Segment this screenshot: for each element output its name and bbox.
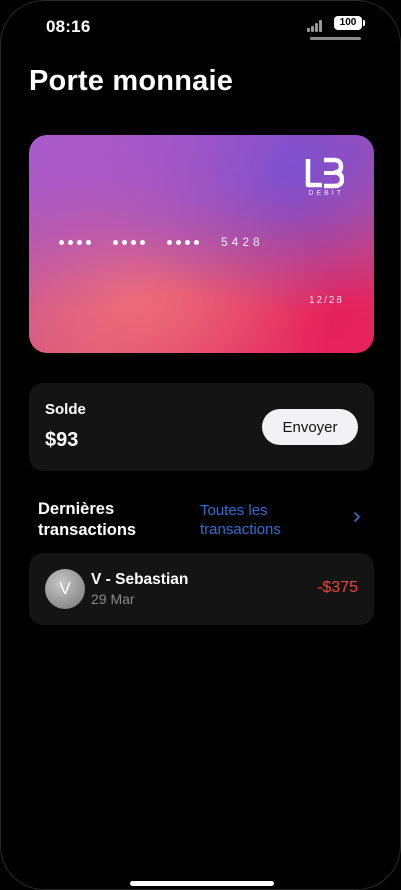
card-expiry: 12/28 [308,295,344,306]
masked-digits [167,239,199,245]
balance-panel: Solde $93 Envoyer [29,383,374,471]
status-time: 08:16 [46,17,91,36]
debit-card[interactable]: DEBIT 5428 12/28 [29,135,374,353]
balance-label: Solde [45,401,86,418]
card-type-label: DEBIT [308,190,344,197]
transaction-row[interactable]: V V - Sebastian 29 Mar -$375 [29,553,374,625]
phone-screen: 08:16 100 Porte monnaie DEBIT 5428 12/28… [0,0,401,890]
masked-digits [59,239,91,245]
status-bar: 08:16 100 [1,15,400,40]
see-all-transactions-link[interactable]: Toutes les transactions [200,501,350,539]
send-button[interactable]: Envoyer [262,409,358,445]
card-last-digits: 5428 [221,235,264,249]
transaction-amount: -$375 [317,579,358,596]
chevron-right-icon[interactable] [353,511,361,523]
cellular-signal-icon [307,20,327,32]
masked-digits [113,239,145,245]
card-number: 5428 [59,235,264,249]
lb-logo-icon [305,157,344,189]
balance-amount: $93 [45,429,79,451]
status-indicator-line [310,37,361,40]
page-title: Porte monnaie [29,65,234,97]
transaction-name: V - Sebastian [91,571,189,588]
home-indicator[interactable] [130,881,274,886]
transaction-date: 29 Mar [91,591,135,607]
avatar: V [45,569,85,609]
battery-icon: 100 [334,16,365,30]
transactions-title: Dernières transactions [38,500,137,539]
